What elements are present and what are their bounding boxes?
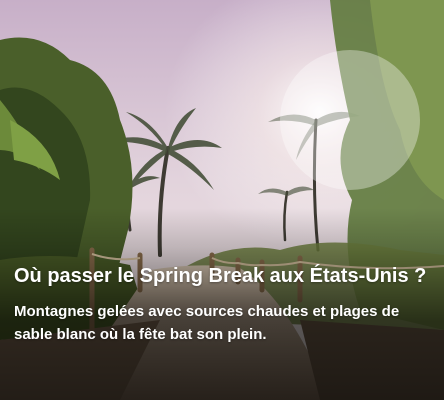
card-text: Où passer le Spring Break aux États-Unis…: [14, 262, 430, 346]
article-card[interactable]: Où passer le Spring Break aux États-Unis…: [0, 0, 444, 400]
article-subtitle: Montagnes gelées avec sources chaudes et…: [14, 303, 400, 343]
article-headline[interactable]: Où passer le Spring Break aux États-Unis…: [14, 262, 430, 290]
